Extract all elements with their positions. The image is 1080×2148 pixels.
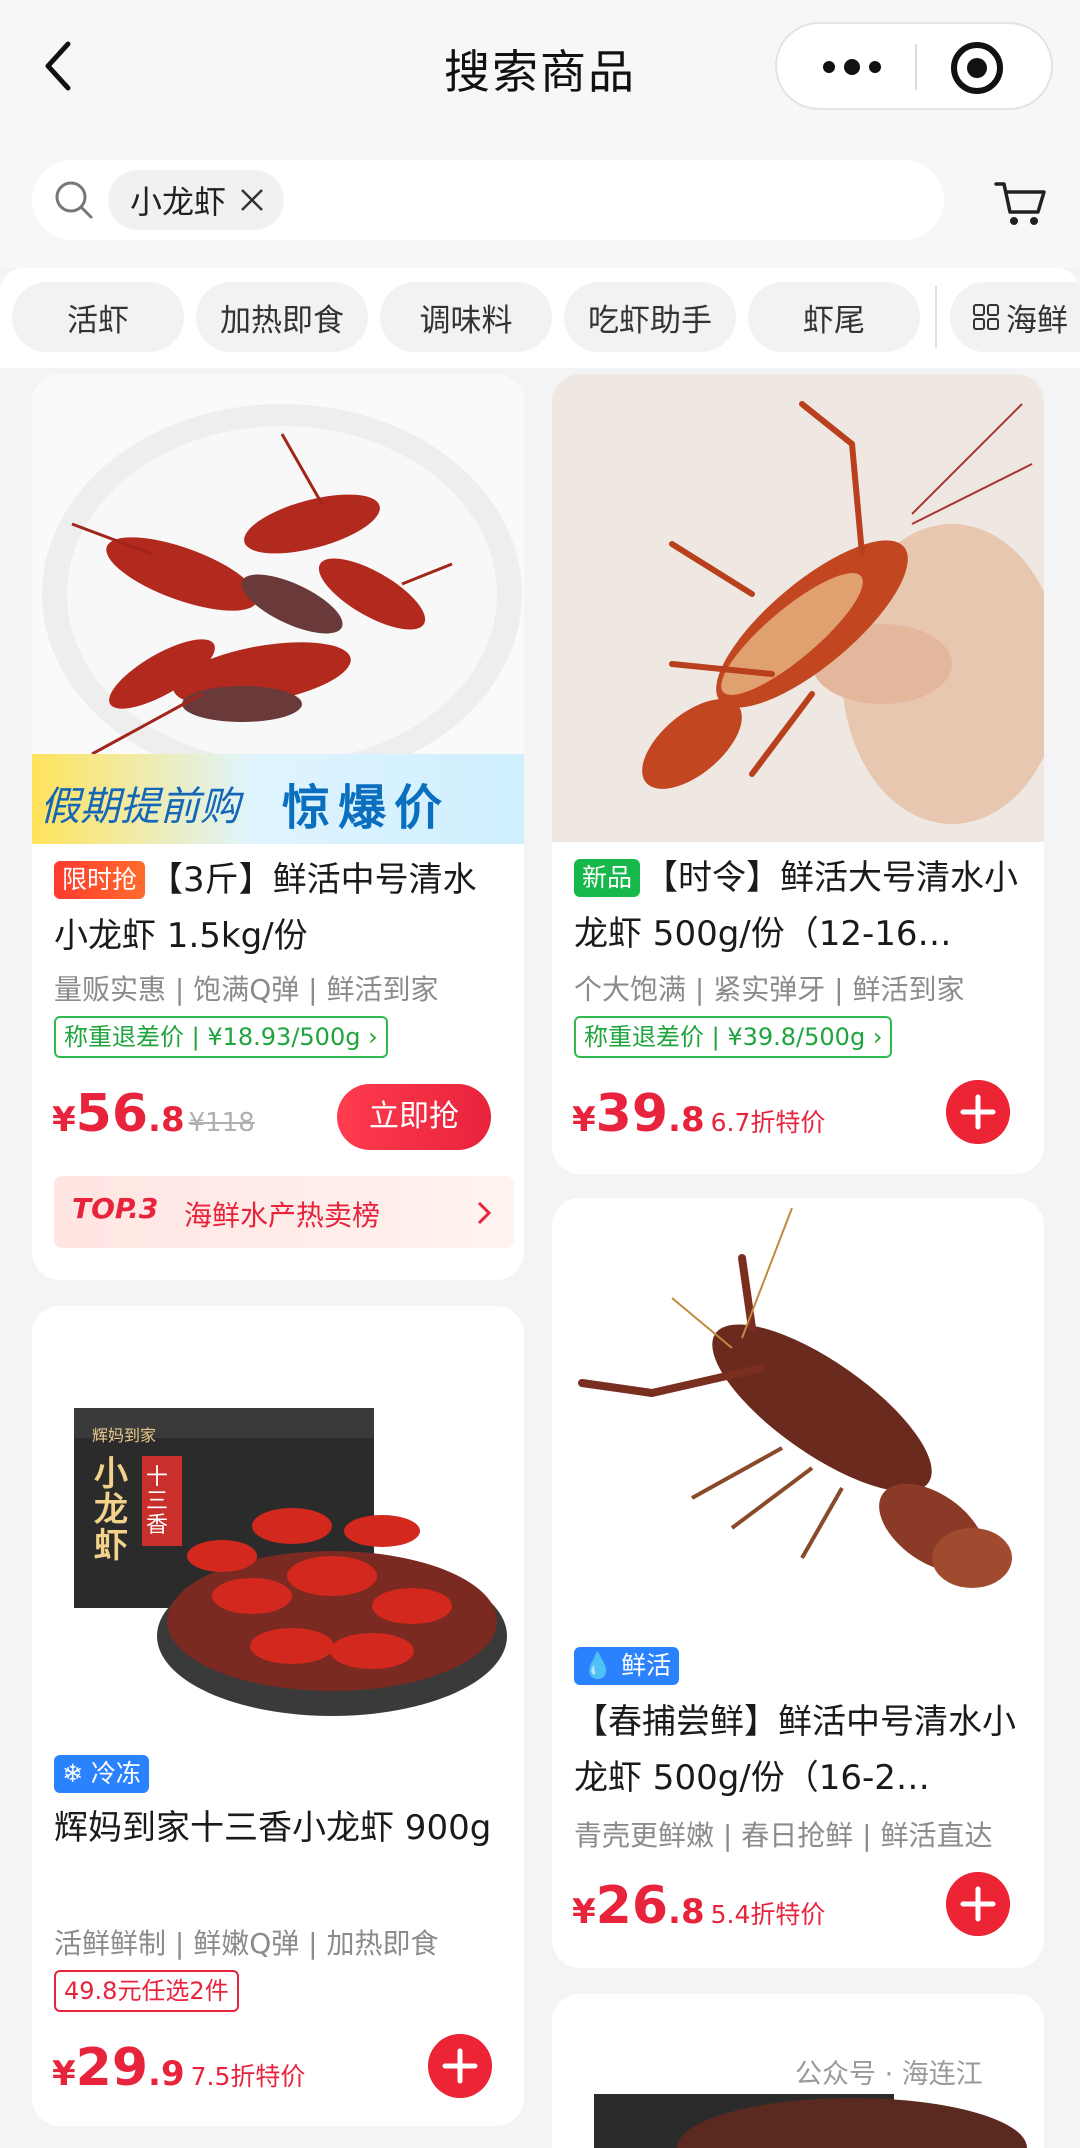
box-brand: 辉妈到家 [92,1426,157,1445]
search-input[interactable]: 小龙虾 [32,160,944,240]
price-currency: ¥ [572,1892,596,1932]
shopping-cart-icon[interactable] [994,178,1048,228]
add-to-cart-button[interactable] [946,1080,1010,1144]
capsule-divider [915,44,917,90]
discount-label: 7.5折特价 [190,2062,306,2091]
snowflake-icon: ❄ [62,1759,83,1788]
search-keyword-chip[interactable]: 小龙虾 [108,170,285,230]
box-product-name: 小龙虾 [94,1454,128,1566]
product-card[interactable]: 新品 【时令】鲜活大号清水小龙虾 500g/份（12-16… 个大饱满 | 紧实弹… [552,374,1044,1174]
badge-frozen: ❄ 冷冻 [54,1755,149,1793]
price-decimal: .8 [148,1100,185,1140]
product-tags: 个大饱满 | 紧实弹牙 | 鲜活到家 [574,973,965,1006]
product-card[interactable]: 💧 鲜活 【春捕尝鲜】鲜活中号清水小龙虾 500g/份（16-2… 青壳更鲜嫩 … [552,1198,1044,1968]
badge-limited: 限时抢 [54,861,146,899]
weigh-refund-tag: 称重退差价 | ¥18.93/500g › [54,1016,388,1058]
buy-now-button[interactable]: 立即抢 [337,1084,491,1150]
price-integer: 29 [75,2038,149,2098]
category-bar: 活虾 加热即食 调味料 吃虾助手 虾尾 海鲜 [0,268,1080,368]
product-title: ❄ 冷冻 [54,1746,504,1802]
original-price: ¥118 [188,1108,255,1138]
category-divider [935,286,937,348]
product-title: 新品 【时令】鲜活大号清水小龙虾 500g/份（12-16… [574,850,1024,962]
ranking-text: 海鲜水产热卖榜 [184,1199,381,1232]
price-currency: ¥ [52,2054,76,2094]
price-integer: 56 [75,1084,149,1144]
more-dots-icon[interactable] [817,44,887,90]
category-tab[interactable]: 吃虾助手 [564,282,736,352]
product-card[interactable]: 辉妈到家 小龙虾 十三香 ❄ 冷冻 辉妈到家十三香小龙虾 900g 活鲜鲜制 |… [32,1306,524,2126]
product-title-text: 辉妈到家十三香小龙虾 900g [54,1808,492,1848]
top-bar: 搜索商品 [0,0,1080,140]
category-tab[interactable]: 加热即食 [196,282,368,352]
product-card[interactable]: 假期提前购 惊爆价 限时抢 【3斤】鲜活中号清水小龙虾 1.5kg/份 量贩实惠 … [32,374,524,1280]
price: ¥56.8 ¥118 [52,1084,255,1144]
discount-label: 6.7折特价 [710,1108,826,1137]
add-to-cart-button[interactable] [946,1872,1010,1936]
price-integer: 39 [595,1084,669,1144]
promo-banner-left: 假期提前购 [40,784,240,830]
price: ¥29.9 7.5折特价 [52,2038,305,2098]
ranking-link[interactable]: TOP.3 海鲜水产热卖榜 [54,1176,514,1248]
search-keyword-text: 小龙虾 [130,183,227,221]
crawfish-in-hand-image [552,374,1044,842]
product-title: 💧 鲜活 [574,1638,1024,1694]
category-all-label: 海鲜 [1006,302,1068,339]
search-icon [55,181,93,219]
badge-live: 💧 鲜活 [574,1647,680,1685]
badge-new: 新品 [574,859,641,897]
price: ¥26.8 5.4折特价 [572,1876,825,1936]
category-all-button[interactable]: 海鲜 [950,282,1080,352]
promo-banner-right: 惊爆价 [282,780,451,836]
weigh-refund-text: 称重退差价 | ¥18.93/500g [64,1023,361,1051]
price-currency: ¥ [52,1100,76,1140]
weigh-refund-tag: 称重退差价 | ¥39.8/500g › [574,1016,893,1058]
product-title-text: 【春捕尝鲜】鲜活中号清水小龙虾 500g/份（16-2… [574,1702,1016,1798]
box-flavor: 十三香 [146,1465,169,1538]
ranking-top: TOP.3 [72,1192,159,1225]
chevron-right-icon [477,1201,492,1225]
category-tab[interactable]: 虾尾 [748,282,920,352]
discount-label: 5.4折特价 [710,1900,826,1929]
product-title-text: 【时令】鲜活大号清水小龙虾 500g/份（12-16… [574,858,1019,954]
mini-program-capsule [775,22,1053,110]
price-decimal: .8 [668,1100,705,1140]
close-x-icon[interactable] [238,186,266,214]
product-title: 限时抢 【3斤】鲜活中号清水小龙虾 1.5kg/份 [54,852,504,964]
mini-program-close-icon[interactable] [947,38,1007,98]
product-tags: 青壳更鲜嫩 | 春日抢鲜 | 鲜活直达 [574,1819,993,1852]
category-tab[interactable]: 调味料 [380,282,552,352]
price: ¥39.8 6.7折特价 [572,1084,825,1144]
price-decimal: .8 [668,1892,705,1932]
category-tab[interactable]: 活虾 [12,282,184,352]
price-integer: 26 [595,1876,669,1936]
add-to-cart-button[interactable] [428,2034,492,2098]
price-currency: ¥ [572,1100,596,1140]
grid-icon [973,304,999,330]
promo-banner: 假期提前购 惊爆价 [32,754,524,844]
price-decimal: .9 [148,2054,185,2094]
watermark: 公众号 · 海连江 [795,2059,983,2090]
product-tags: 活鲜鲜制 | 鲜嫩Q弹 | 加热即食 [54,1927,439,1960]
water-drop-icon: 💧 [582,1651,614,1680]
crawfish-white-bg-image [552,1198,1044,1638]
product-tags: 量贩实惠 | 饱满Q弹 | 鲜活到家 [54,973,439,1006]
promo-tag: 49.8元任选2件 [54,1970,239,2012]
search-row: 小龙虾 [0,140,1080,268]
weigh-refund-text: 称重退差价 | ¥39.8/500g [584,1023,866,1051]
